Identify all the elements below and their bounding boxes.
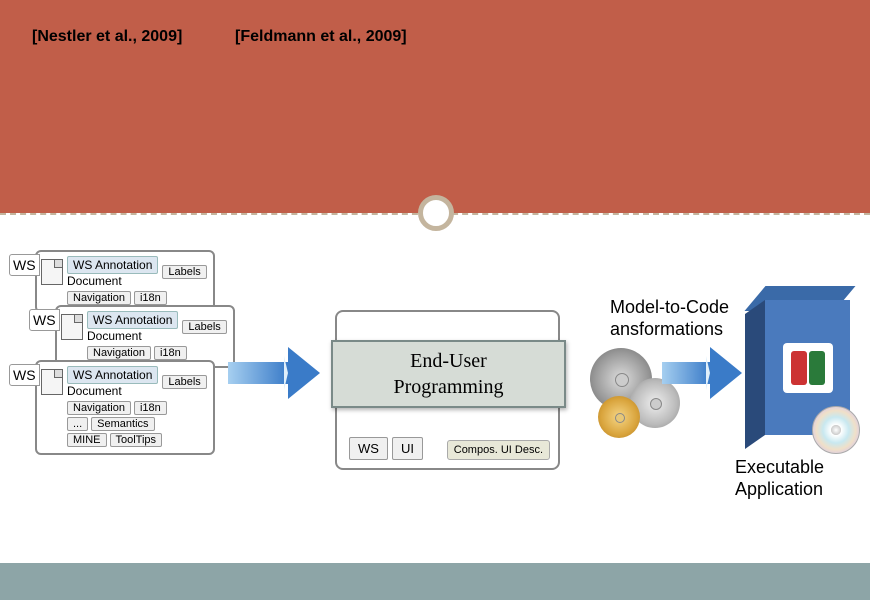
tag-dots: ... xyxy=(67,417,88,431)
tag-navigation: Navigation xyxy=(67,291,131,305)
document-icon xyxy=(61,314,83,340)
compos-ui-desc: Compos. UI Desc. xyxy=(447,440,550,460)
tag-labels: Labels xyxy=(162,375,206,389)
tag-labels: Labels xyxy=(162,265,206,279)
tag-i18n: i18n xyxy=(154,346,187,360)
ws-tab: WS xyxy=(9,364,40,386)
arrow-right-icon xyxy=(228,362,288,384)
ws-tab: WS xyxy=(9,254,40,276)
ws-tab: WS xyxy=(29,309,60,331)
ws-annotation-stack: WS WS Annotation Document Labels Navigat… xyxy=(0,250,230,485)
executable-application-icon xyxy=(745,286,855,446)
tag-mine: MINE xyxy=(67,433,107,447)
ws-card: WS WS Annotation Document Labels Navigat… xyxy=(55,305,235,368)
tag-ws: WS xyxy=(349,437,388,460)
document-label: Document xyxy=(67,384,158,398)
tag-ui: UI xyxy=(392,437,423,460)
cd-icon xyxy=(812,406,860,454)
executable-application-label: Executable Application xyxy=(735,457,824,500)
document-icon xyxy=(41,259,63,285)
citation-nestler: [Nestler et al., 2009] xyxy=(32,28,182,46)
tag-tooltips: ToolTips xyxy=(110,433,163,447)
arrow-right-icon xyxy=(662,362,710,384)
ws-annotation-label: WS Annotation xyxy=(87,311,178,329)
bottom-band xyxy=(0,563,870,600)
tag-semantics: Semantics xyxy=(91,417,154,431)
document-icon xyxy=(41,369,63,395)
ws-annotation-label: WS Annotation xyxy=(67,366,158,384)
end-user-programming-overlay: End-User Programming xyxy=(331,340,566,408)
citation-feldmann: [Feldmann et al., 2009] xyxy=(235,28,407,46)
tag-labels: Labels xyxy=(182,320,226,334)
document-label: Document xyxy=(67,274,158,288)
document-label: Document xyxy=(87,329,178,343)
overlay-line2: Programming xyxy=(394,374,504,400)
tag-i18n: i18n xyxy=(134,291,167,305)
tag-navigation: Navigation xyxy=(87,346,151,360)
divider-circle xyxy=(418,195,454,231)
overlay-line1: End-User xyxy=(394,348,504,374)
ws-card: WS WS Annotation Document Labels Navigat… xyxy=(35,360,215,455)
tag-navigation: Navigation xyxy=(67,401,131,415)
ws-annotation-label: WS Annotation xyxy=(67,256,158,274)
model-to-code-label: Model-to-Code ansformations xyxy=(610,297,729,340)
ws-card: WS WS Annotation Document Labels Navigat… xyxy=(35,250,215,313)
tag-i18n: i18n xyxy=(134,401,167,415)
